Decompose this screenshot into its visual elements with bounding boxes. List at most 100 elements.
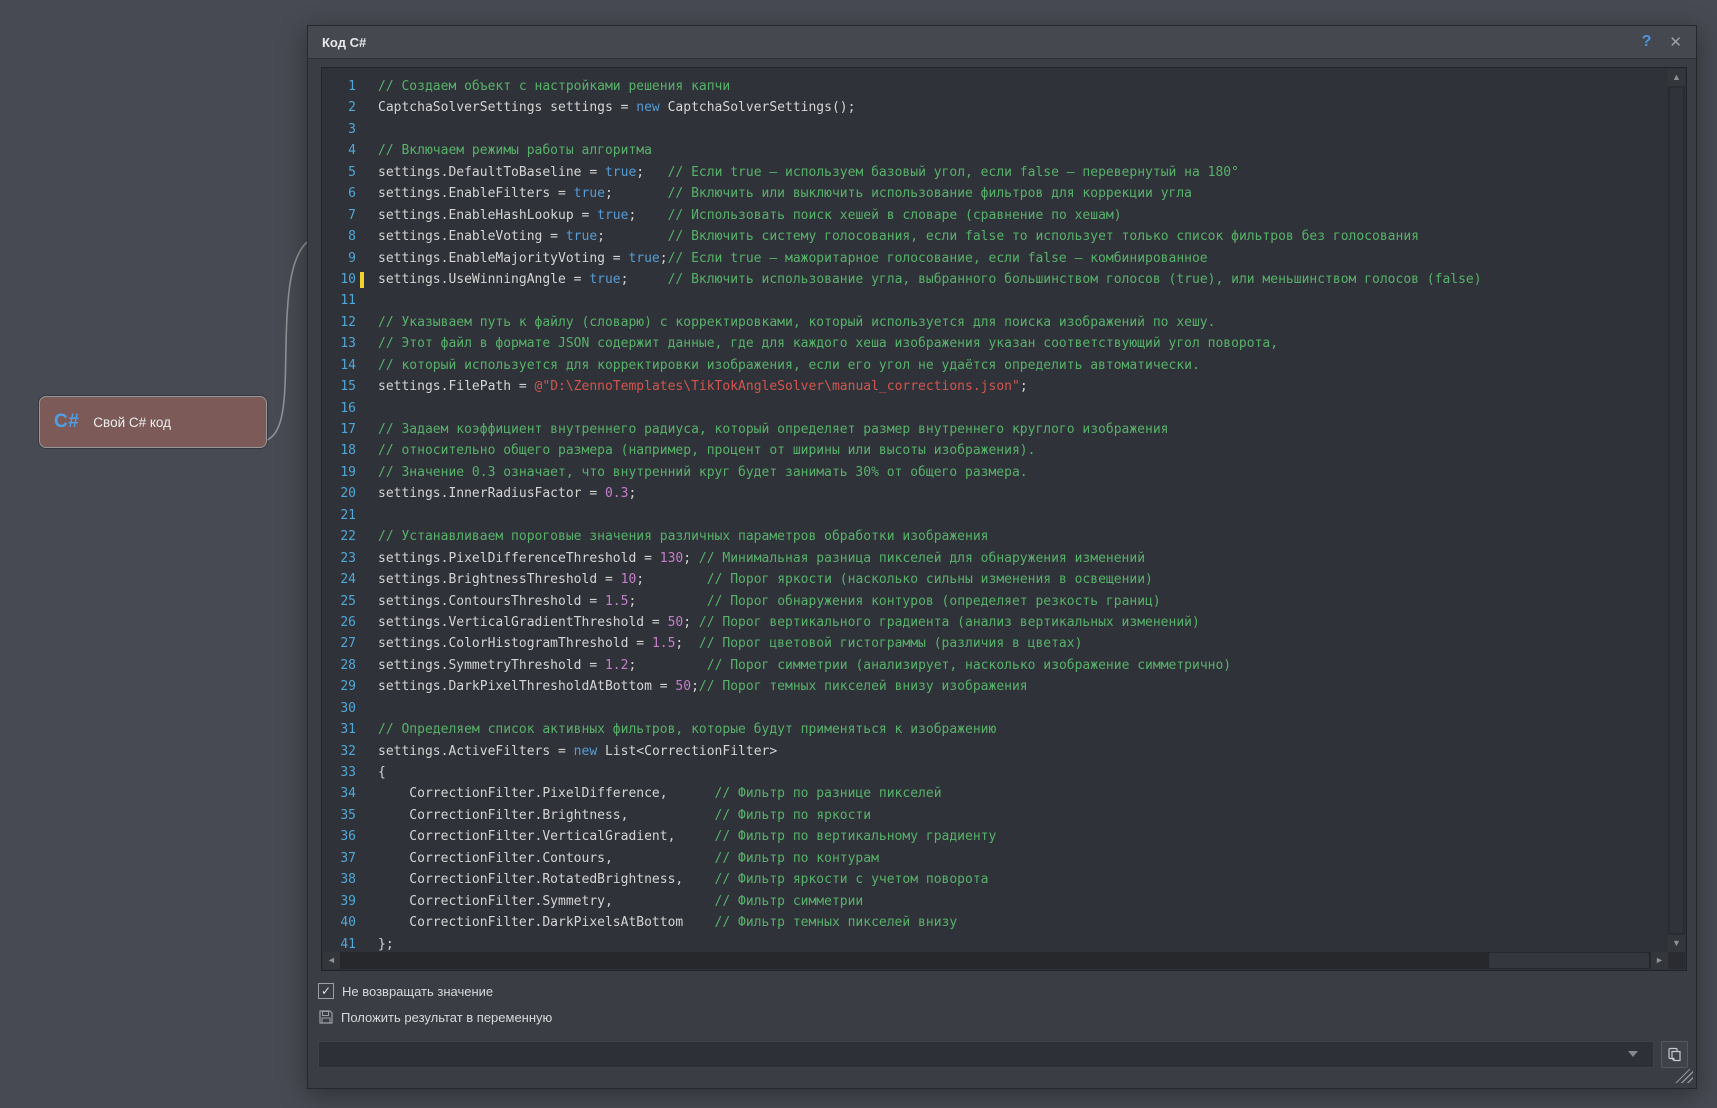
code-line[interactable]: 10settings.UseWinningAngle = true; // Вк… bbox=[323, 269, 1668, 290]
code-text: // относительно общего размера (например… bbox=[378, 440, 1035, 461]
no-return-label: Не возвращать значение bbox=[342, 984, 493, 999]
code-text: // Создаем объект с настройками решения … bbox=[378, 76, 730, 97]
code-text: CorrectionFilter.DarkPixelsAtBottom // Ф… bbox=[378, 912, 957, 933]
code-line[interactable]: 23settings.PixelDifferenceThreshold = 13… bbox=[323, 548, 1668, 569]
code-line[interactable]: 19// Значение 0.3 означает, что внутренн… bbox=[323, 462, 1668, 483]
code-line[interactable]: 28settings.SymmetryThreshold = 1.2; // П… bbox=[323, 655, 1668, 676]
code-editor[interactable]: 1// Создаем объект с настройками решения… bbox=[321, 67, 1687, 971]
code-text: settings.EnableMajorityVoting = true;// … bbox=[378, 248, 1208, 269]
code-lines[interactable]: 1// Создаем объект с настройками решения… bbox=[323, 69, 1668, 952]
line-number: 36 bbox=[323, 826, 356, 847]
code-line[interactable]: 8settings.EnableVoting = true; // Включи… bbox=[323, 226, 1668, 247]
code-line[interactable]: 34 CorrectionFilter.PixelDifference, // … bbox=[323, 783, 1668, 804]
code-line[interactable]: 38 CorrectionFilter.RotatedBrightness, /… bbox=[323, 869, 1668, 890]
line-number: 18 bbox=[323, 440, 356, 461]
code-line[interactable]: 6settings.EnableFilters = true; // Включ… bbox=[323, 183, 1668, 204]
code-text: settings.DefaultToBaseline = true; // Ес… bbox=[378, 162, 1239, 183]
line-number: 34 bbox=[323, 783, 356, 804]
code-text: settings.InnerRadiusFactor = 0.3; bbox=[378, 483, 636, 504]
code-text: { bbox=[378, 762, 386, 783]
code-text: settings.ColorHistogramThreshold = 1.5; … bbox=[378, 633, 1082, 654]
line-number: 14 bbox=[323, 355, 356, 376]
line-number: 39 bbox=[323, 891, 356, 912]
code-line[interactable]: 25settings.ContoursThreshold = 1.5; // П… bbox=[323, 591, 1668, 612]
code-line[interactable]: 16 bbox=[323, 398, 1668, 419]
code-line[interactable]: 39 CorrectionFilter.Symmetry, // Фильтр … bbox=[323, 891, 1668, 912]
code-text: settings.UseWinningAngle = true; // Вклю… bbox=[378, 269, 1482, 290]
line-number: 11 bbox=[323, 290, 356, 311]
code-line[interactable]: 37 CorrectionFilter.Contours, // Фильтр … bbox=[323, 848, 1668, 869]
code-line[interactable]: 18 // относительно общего размера (наприм… bbox=[323, 440, 1668, 461]
code-line[interactable]: 24settings.BrightnessThreshold = 10; // … bbox=[323, 569, 1668, 590]
code-line[interactable]: 20 settings.InnerRadiusFactor = 0.3; bbox=[323, 483, 1668, 504]
code-line[interactable]: 11 bbox=[323, 290, 1668, 311]
code-line[interactable]: 15settings.FilePath = @"D:\ZennoTemplate… bbox=[323, 376, 1668, 397]
scroll-down-icon[interactable]: ▼ bbox=[1668, 935, 1685, 952]
code-line[interactable]: 29settings.DarkPixelThresholdAtBottom = … bbox=[323, 676, 1668, 697]
scroll-right-icon[interactable]: ► bbox=[1651, 952, 1668, 969]
line-number: 25 bbox=[323, 591, 356, 612]
code-line[interactable]: 40 CorrectionFilter.DarkPixelsAtBottom /… bbox=[323, 912, 1668, 933]
horizontal-scroll-thumb[interactable] bbox=[1489, 953, 1649, 968]
code-line[interactable]: 9 settings.EnableMajorityVoting = true;//… bbox=[323, 248, 1668, 269]
code-line[interactable]: 26settings.VerticalGradientThreshold = 5… bbox=[323, 612, 1668, 633]
code-text: settings.BrightnessThreshold = 10; // По… bbox=[378, 569, 1153, 590]
scroll-left-icon[interactable]: ◄ bbox=[323, 952, 340, 969]
save-to-variable-label: Положить результат в переменную bbox=[341, 1010, 552, 1025]
no-return-checkbox[interactable]: ✓ Не возвращать значение bbox=[318, 983, 493, 999]
csharp-node[interactable]: C# Свой C# код bbox=[39, 396, 267, 448]
scroll-up-icon[interactable]: ▲ bbox=[1668, 69, 1685, 86]
line-number: 37 bbox=[323, 848, 356, 869]
code-line[interactable]: 22// Устанавливаем пороговые значения ра… bbox=[323, 526, 1668, 547]
code-line[interactable]: 31 // Определяем список активных фильтров… bbox=[323, 719, 1668, 740]
close-button[interactable]: ✕ bbox=[1669, 33, 1682, 51]
line-number: 7 bbox=[323, 205, 356, 226]
code-line[interactable]: 27settings.ColorHistogramThreshold = 1.5… bbox=[323, 633, 1668, 654]
dialog-titlebar[interactable]: Код C# ? ✕ bbox=[308, 26, 1696, 59]
code-text: // Значение 0.3 означает, что внутренний… bbox=[378, 462, 1028, 483]
code-line[interactable]: 32settings.ActiveFilters = new List<Corr… bbox=[323, 741, 1668, 762]
code-text: // Определяем список активных фильтров, … bbox=[378, 719, 996, 740]
code-line[interactable]: 36 CorrectionFilter.VerticalGradient, //… bbox=[323, 826, 1668, 847]
variable-input[interactable] bbox=[318, 1041, 1654, 1068]
line-number: 15 bbox=[323, 376, 356, 397]
code-line[interactable]: 21 bbox=[323, 505, 1668, 526]
line-number: 22 bbox=[323, 526, 356, 547]
code-line[interactable]: 13// Этот файл в формате JSON содержит д… bbox=[323, 333, 1668, 354]
code-line[interactable]: 2CaptchaSolverSettings settings = new Ca… bbox=[323, 97, 1668, 118]
code-line[interactable]: 14// который используется для корректиро… bbox=[323, 355, 1668, 376]
save-icon bbox=[318, 1009, 334, 1025]
help-button[interactable]: ? bbox=[1642, 33, 1652, 51]
line-number: 6 bbox=[323, 183, 356, 204]
variable-input-row bbox=[318, 1041, 1686, 1068]
line-number: 33 bbox=[323, 762, 356, 783]
resize-grip[interactable] bbox=[1675, 1069, 1693, 1083]
code-line[interactable]: 3 bbox=[323, 119, 1668, 140]
vertical-scrollbar[interactable]: ▲ ▼ bbox=[1668, 69, 1685, 952]
code-line[interactable]: 33 { bbox=[323, 762, 1668, 783]
line-number: 9 bbox=[323, 248, 356, 269]
line-number: 17 bbox=[323, 419, 356, 440]
code-text: // Включаем режимы работы алгоритма bbox=[378, 140, 652, 161]
line-number: 20 bbox=[323, 483, 356, 504]
code-line[interactable]: 41}; bbox=[323, 934, 1668, 953]
csharp-badge: C# bbox=[54, 411, 79, 433]
line-number: 40 bbox=[323, 912, 356, 933]
code-line[interactable]: 30 bbox=[323, 698, 1668, 719]
checkbox-check-icon[interactable]: ✓ bbox=[318, 983, 334, 999]
dropdown-arrow-icon[interactable] bbox=[1628, 1051, 1638, 1057]
line-number: 31 bbox=[323, 719, 356, 740]
code-line[interactable]: 7settings.EnableHashLookup = true; // Ис… bbox=[323, 205, 1668, 226]
code-line[interactable]: 17// Задаем коэффициент внутреннего ради… bbox=[323, 419, 1668, 440]
code-line[interactable]: 12// Указываем путь к файлу (словарю) с … bbox=[323, 312, 1668, 333]
code-line[interactable]: 5settings.DefaultToBaseline = true; // Е… bbox=[323, 162, 1668, 183]
code-line[interactable]: 1// Создаем объект с настройками решения… bbox=[323, 76, 1668, 97]
code-line[interactable]: 4// Включаем режимы работы алгоритма bbox=[323, 140, 1668, 161]
titlebar-buttons: ? ✕ bbox=[1642, 33, 1682, 51]
code-line[interactable]: 35 CorrectionFilter.Brightness, // Фильт… bbox=[323, 805, 1668, 826]
line-number: 21 bbox=[323, 505, 356, 526]
horizontal-scrollbar[interactable]: ◄ ► bbox=[323, 952, 1668, 969]
vertical-scroll-thumb[interactable] bbox=[1670, 88, 1683, 933]
copy-button[interactable] bbox=[1661, 1041, 1688, 1068]
code-text: CaptchaSolverSettings settings = new Cap… bbox=[378, 97, 855, 118]
